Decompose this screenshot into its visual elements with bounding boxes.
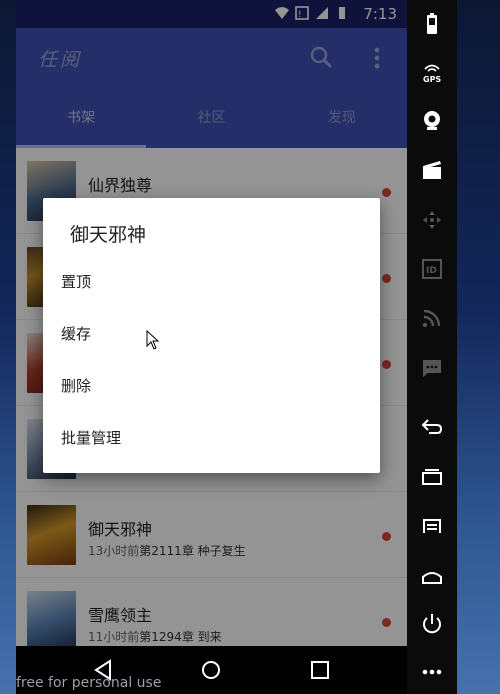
gps-label: GPS (423, 75, 441, 84)
emulator-sidebar: GPS ID (407, 0, 457, 694)
context-menu-dialog: 御天邪神 置顶 缓存 删除 批量管理 (43, 198, 380, 473)
power-icon (423, 614, 441, 634)
phone-screen: ! 7:13 任阅 书架 社区 发现 仙界独尊 御天邪神 13小时前第2111章… (16, 0, 407, 646)
id-icon: ID (422, 259, 442, 279)
gps-icon: GPS (423, 64, 441, 84)
battery-icon (427, 13, 437, 34)
mouse-cursor-icon (146, 330, 160, 350)
menu-item-cache[interactable]: 缓存 (43, 308, 380, 360)
battery-button[interactable] (407, 4, 457, 44)
network-button[interactable] (407, 298, 457, 338)
emulator-window: ! 7:13 任阅 书架 社区 发现 仙界独尊 御天邪神 13小时前第2111章… (0, 0, 500, 694)
menu-button[interactable] (407, 506, 457, 546)
rss-icon (422, 309, 441, 328)
dialog-title: 御天邪神 (70, 224, 147, 246)
screen-record-button[interactable] (407, 150, 457, 190)
home-button[interactable] (407, 556, 457, 596)
more-button[interactable] (407, 652, 457, 692)
device-id-button[interactable]: ID (407, 249, 457, 289)
recent-apps-button[interactable] (407, 456, 457, 496)
message-icon (423, 360, 441, 377)
gps-button[interactable]: GPS (407, 52, 457, 92)
power-button[interactable] (407, 604, 457, 644)
recent-apps-icon (422, 469, 442, 485)
menu-item-batch-manage[interactable]: 批量管理 (43, 412, 380, 464)
dpad-icon (423, 211, 441, 229)
home-icon (422, 572, 442, 584)
recents-icon[interactable] (308, 658, 332, 682)
more-icon (422, 669, 442, 675)
menu-item-pin-top[interactable]: 置顶 (43, 256, 380, 308)
menu-icon (423, 519, 441, 533)
back-arrow-icon (421, 419, 443, 434)
camera-icon (424, 111, 440, 130)
camera-button[interactable] (407, 100, 457, 140)
back-button[interactable] (407, 406, 457, 446)
video-icon (423, 161, 441, 179)
sms-button[interactable] (407, 348, 457, 388)
menu-item-delete[interactable]: 删除 (43, 360, 380, 412)
id-label: ID (426, 266, 437, 276)
watermark-text: free for personal use (16, 675, 162, 691)
home-icon[interactable] (199, 658, 223, 682)
dpad-button[interactable] (407, 200, 457, 240)
